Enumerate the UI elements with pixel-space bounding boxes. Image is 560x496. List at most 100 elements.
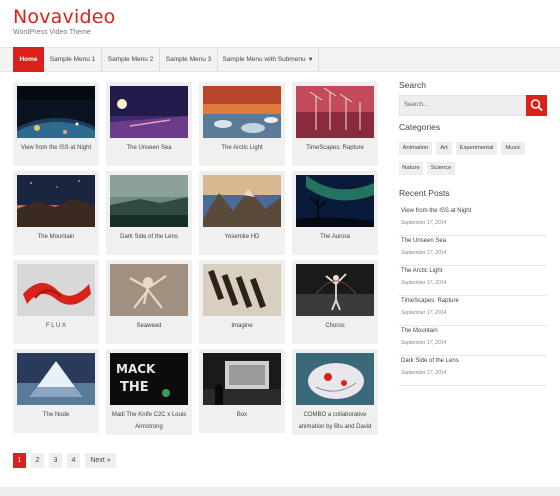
svg-text:MACK: MACK: [116, 362, 156, 376]
video-card[interactable]: View from the ISS at Night: [13, 82, 99, 166]
recent-post-item: TimeScapes: Rapture September 17, 2014: [399, 296, 547, 326]
video-thumbnail[interactable]: [296, 86, 374, 138]
recent-post-title[interactable]: View from the ISS at Night: [401, 208, 471, 214]
recent-post-title[interactable]: The Arctic Light: [401, 268, 442, 274]
category-tag[interactable]: Animation: [399, 142, 432, 155]
video-thumbnail[interactable]: [110, 175, 188, 227]
video-title[interactable]: Seaweed: [108, 320, 190, 332]
video-title[interactable]: TimeScapes: Rapture: [294, 142, 376, 154]
nav-item-label: Sample Menu 3: [165, 56, 212, 63]
video-card[interactable]: F L U X: [13, 260, 99, 344]
nav-item-home[interactable]: Home: [13, 47, 44, 72]
video-card[interactable]: The Aurora: [292, 171, 378, 255]
recent-post-date: September 17, 2014: [401, 370, 447, 376]
category-tag[interactable]: Experimental: [456, 142, 497, 155]
video-title[interactable]: The Unseen Sea: [108, 142, 190, 154]
page-link-2[interactable]: 2: [31, 453, 44, 468]
footer-bar: [0, 487, 560, 496]
video-thumbnail[interactable]: [17, 86, 95, 138]
recent-posts-widget-title: Recent Posts: [399, 188, 450, 198]
main-navigation: Home Sample Menu 1 Sample Menu 2 Sample …: [0, 47, 560, 72]
recent-post-title[interactable]: TimeScapes: Rapture: [401, 298, 459, 304]
nav-item-label: Sample Menu 2: [107, 56, 154, 63]
video-card[interactable]: Box: [199, 349, 285, 433]
video-thumbnail[interactable]: [203, 175, 281, 227]
page-link-1[interactable]: 1: [13, 453, 26, 468]
video-card[interactable]: Yosemite HD: [199, 171, 285, 255]
video-title[interactable]: F L U X: [15, 320, 97, 332]
video-card[interactable]: MACK THE Madi The Knife C2C x Louis Armst…: [106, 349, 192, 435]
search-input[interactable]: Search...: [399, 95, 527, 116]
nav-item-label: Sample Menu 1: [49, 56, 96, 63]
page-link-4[interactable]: 4: [67, 453, 80, 468]
recent-post-item: Dark Side of the Lens September 17, 2014: [399, 356, 547, 386]
recent-post-date: September 17, 2014: [401, 280, 447, 286]
video-title[interactable]: The Aurora: [294, 231, 376, 243]
video-thumbnail[interactable]: [17, 264, 95, 316]
site-title[interactable]: Novavideo: [13, 6, 115, 28]
video-title[interactable]: Dark Side of the Lens: [108, 231, 190, 243]
video-card[interactable]: Choros: [292, 260, 378, 344]
recent-post-title[interactable]: The Mountain: [401, 328, 438, 334]
next-page-link[interactable]: Next »: [85, 453, 116, 468]
video-thumbnail[interactable]: [110, 86, 188, 138]
recent-post-date: September 17, 2014: [401, 310, 447, 316]
nav-item-label: Sample Menu with Submenu: [222, 56, 306, 63]
video-card[interactable]: The Mountain: [13, 171, 99, 255]
video-thumbnail[interactable]: [203, 86, 281, 138]
recent-post-item: The Arctic Light September 17, 2014: [399, 266, 547, 296]
video-title[interactable]: Yosemite HD: [201, 231, 283, 243]
video-title[interactable]: COMBO a collaborative animation by Blu a…: [294, 409, 376, 433]
recent-post-date: September 17, 2014: [401, 220, 447, 226]
category-tag[interactable]: Nature: [399, 162, 423, 175]
category-tag[interactable]: Art: [436, 142, 452, 155]
video-title[interactable]: The Node: [15, 409, 97, 421]
nav-item-sample-menu-3[interactable]: Sample Menu 3: [160, 48, 218, 71]
recent-post-item: The Mountain September 17, 2014: [399, 326, 547, 356]
search-button[interactable]: [526, 95, 547, 116]
video-thumbnail[interactable]: [296, 353, 374, 405]
video-thumbnail[interactable]: [296, 175, 374, 227]
video-title[interactable]: Choros: [294, 320, 376, 332]
video-thumbnail[interactable]: [110, 264, 188, 316]
category-tag[interactable]: Science: [427, 162, 455, 175]
nav-item-sample-menu-submenu[interactable]: Sample Menu with Submenu ▼: [218, 48, 319, 71]
video-thumbnail[interactable]: [17, 175, 95, 227]
search-widget-title: Search: [399, 80, 426, 90]
video-card[interactable]: Dark Side of the Lens: [106, 171, 192, 255]
video-card[interactable]: TimeScapes: Rapture: [292, 82, 378, 166]
recent-post-item: View from the ISS at Night September 17,…: [399, 206, 547, 236]
video-title[interactable]: Box: [201, 409, 283, 421]
video-card[interactable]: The Arctic Light: [199, 82, 285, 166]
video-thumbnail[interactable]: [203, 353, 281, 405]
recent-post-title[interactable]: The Unseen Sea: [401, 238, 446, 244]
video-title[interactable]: Madi The Knife C2C x Louis Armstrong: [108, 409, 190, 433]
video-title[interactable]: View from the ISS at Night: [15, 142, 97, 154]
video-title[interactable]: The Mountain: [15, 231, 97, 243]
video-card[interactable]: Seaweed: [106, 260, 192, 344]
recent-post-date: September 17, 2014: [401, 340, 447, 346]
video-thumbnail[interactable]: [17, 353, 95, 405]
video-thumbnail[interactable]: [203, 264, 281, 316]
recent-post-title[interactable]: Dark Side of the Lens: [401, 358, 459, 364]
video-card[interactable]: Imagine: [199, 260, 285, 344]
site-tagline: WordPress Video Theme: [13, 29, 91, 36]
category-tag[interactable]: Music: [501, 142, 525, 155]
recent-post-item: The Unseen Sea September 17, 2014: [399, 236, 547, 266]
page-link-3[interactable]: 3: [49, 453, 62, 468]
video-thumbnail[interactable]: MACK THE: [110, 353, 188, 405]
video-thumbnail[interactable]: [296, 264, 374, 316]
categories-widget-title: Categories: [399, 122, 441, 132]
video-title[interactable]: Imagine: [201, 320, 283, 332]
chevron-down-icon: ▼: [307, 57, 314, 63]
search-icon: [530, 99, 543, 112]
video-title[interactable]: The Arctic Light: [201, 142, 283, 154]
nav-item-label: Home: [19, 56, 38, 63]
video-card[interactable]: The Node: [13, 349, 99, 433]
nav-item-sample-menu-2[interactable]: Sample Menu 2: [102, 48, 160, 71]
recent-post-date: September 17, 2014: [401, 250, 447, 256]
nav-item-sample-menu-1[interactable]: Sample Menu 1: [44, 48, 102, 71]
video-card[interactable]: COMBO a collaborative animation by Blu a…: [292, 349, 378, 435]
svg-text:THE: THE: [120, 380, 149, 395]
video-card[interactable]: The Unseen Sea: [106, 82, 192, 166]
